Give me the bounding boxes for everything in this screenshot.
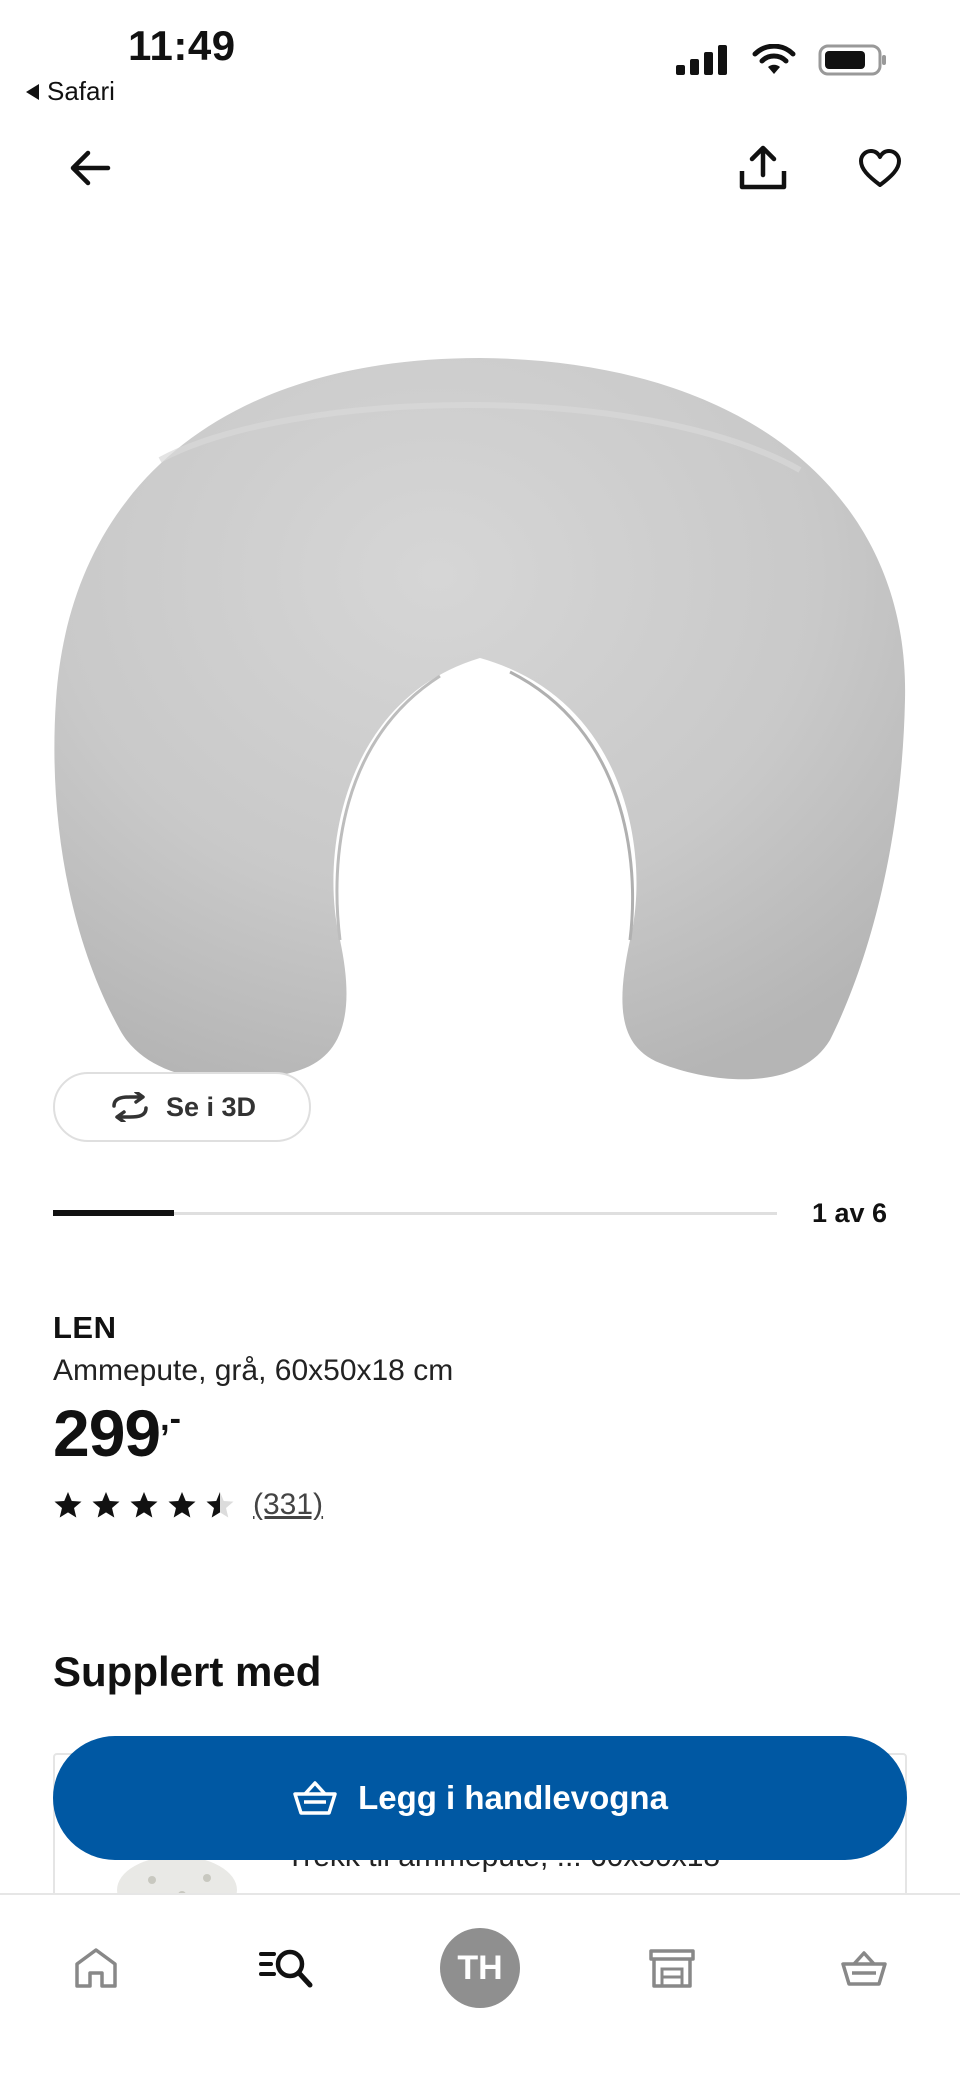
- cart-icon: [841, 1951, 887, 1986]
- rating-star-3: [130, 1492, 158, 1518]
- tab-profile[interactable]: TH: [420, 1918, 540, 2018]
- rating-star-2: [92, 1492, 120, 1518]
- gallery-progress-fill: [53, 1210, 174, 1216]
- product-rating[interactable]: (331): [53, 1488, 323, 1522]
- back-app-label: Safari: [47, 76, 115, 106]
- tab-cart[interactable]: [804, 1918, 924, 2018]
- tab-home[interactable]: [36, 1918, 156, 2018]
- rating-stars: [53, 1491, 235, 1519]
- add-to-cart-label: Legg i handlevogna: [358, 1779, 668, 1816]
- wifi-icon: [752, 44, 796, 74]
- back-arrow-icon: [70, 150, 111, 186]
- heart-icon: [859, 149, 901, 187]
- view-3d-button[interactable]: Se i 3D: [53, 1072, 311, 1142]
- price-integer: 299: [53, 1396, 161, 1470]
- share-button[interactable]: [731, 136, 795, 200]
- tab-stores[interactable]: [612, 1918, 732, 2018]
- tab-search[interactable]: [226, 1918, 346, 2018]
- back-triangle-icon: [26, 83, 39, 100]
- rating-star-5: [206, 1492, 234, 1518]
- gallery-position-label: 1 av 6: [812, 1198, 888, 1228]
- price-suffix: ,-: [160, 1400, 181, 1438]
- store-icon: [649, 1949, 695, 1988]
- status-icons: [676, 44, 888, 76]
- favourite-button[interactable]: [848, 136, 912, 200]
- back-to-app-link[interactable]: Safari: [26, 76, 115, 107]
- status-time: 11:49: [128, 22, 236, 69]
- rotate-3d-icon: [112, 1092, 148, 1122]
- search-list-icon: [259, 1949, 313, 1988]
- back-button[interactable]: [58, 136, 122, 200]
- review-count-link[interactable]: (331): [253, 1488, 323, 1522]
- profile-avatar: TH: [440, 1928, 520, 2008]
- product-price: 299 ,-: [53, 1396, 181, 1470]
- product-description: Ammepute, grå, 60x50x18 cm: [53, 1354, 454, 1387]
- signal-icon: [676, 45, 727, 75]
- add-to-cart-button[interactable]: Legg i handlevogna: [53, 1736, 907, 1860]
- battery-icon: [818, 44, 886, 76]
- rating-star-1: [54, 1492, 82, 1518]
- share-icon: [739, 145, 787, 190]
- basket-icon: [293, 1781, 337, 1815]
- view-3d-label: Se i 3D: [165, 1091, 257, 1122]
- product-image[interactable]: [40, 340, 920, 1080]
- supplement-section-title: Supplert med: [53, 1648, 322, 1695]
- home-icon: [75, 1948, 117, 1988]
- rating-star-4: [168, 1492, 196, 1518]
- product-name: LEN: [53, 1310, 117, 1345]
